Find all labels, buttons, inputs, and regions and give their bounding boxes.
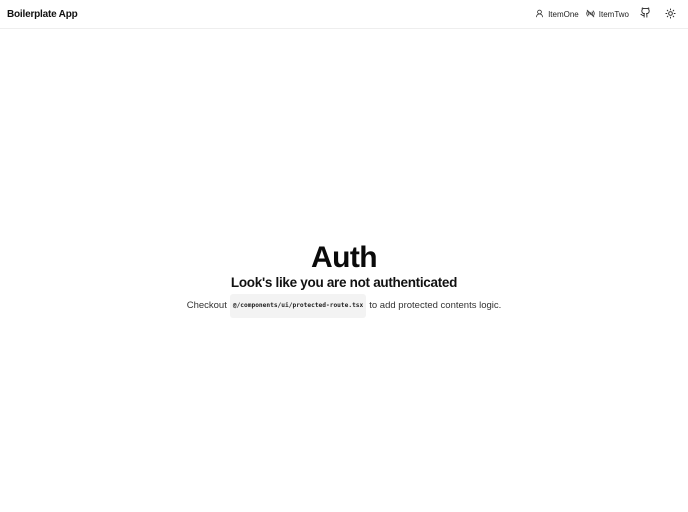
desc-prefix: Checkout [186,300,227,311]
nav-right: ItemOne ItemTwo [528,4,680,24]
code-path: @/components/ui/protected-route.tsx [229,294,367,318]
theme-toggle-button[interactable] [660,4,680,24]
nav-link-itemone[interactable]: ItemOne [535,9,579,20]
broadcast-icon [586,9,595,20]
nav-link-itemtwo[interactable]: ItemTwo [586,9,629,20]
nav-link-label: ItemOne [548,9,579,19]
github-button[interactable] [635,4,655,24]
nav-link-label: ItemTwo [598,9,629,19]
navbar: Boilerplate App ItemOne ItemTwo [0,0,688,29]
github-icon [639,5,651,23]
page-subtitle: Look's like you are not authenticated [230,275,458,290]
brand-link[interactable]: Boilerplate App [7,9,78,20]
desc-suffix: to add protected contents logic. [369,300,502,311]
auth-message: Auth Look's like you are not authenticat… [0,240,688,318]
user-icon [535,9,544,20]
sun-icon [664,7,676,22]
page-title: Auth [311,241,378,274]
page-description: Checkout @/components/ui/protected-route… [186,294,502,318]
